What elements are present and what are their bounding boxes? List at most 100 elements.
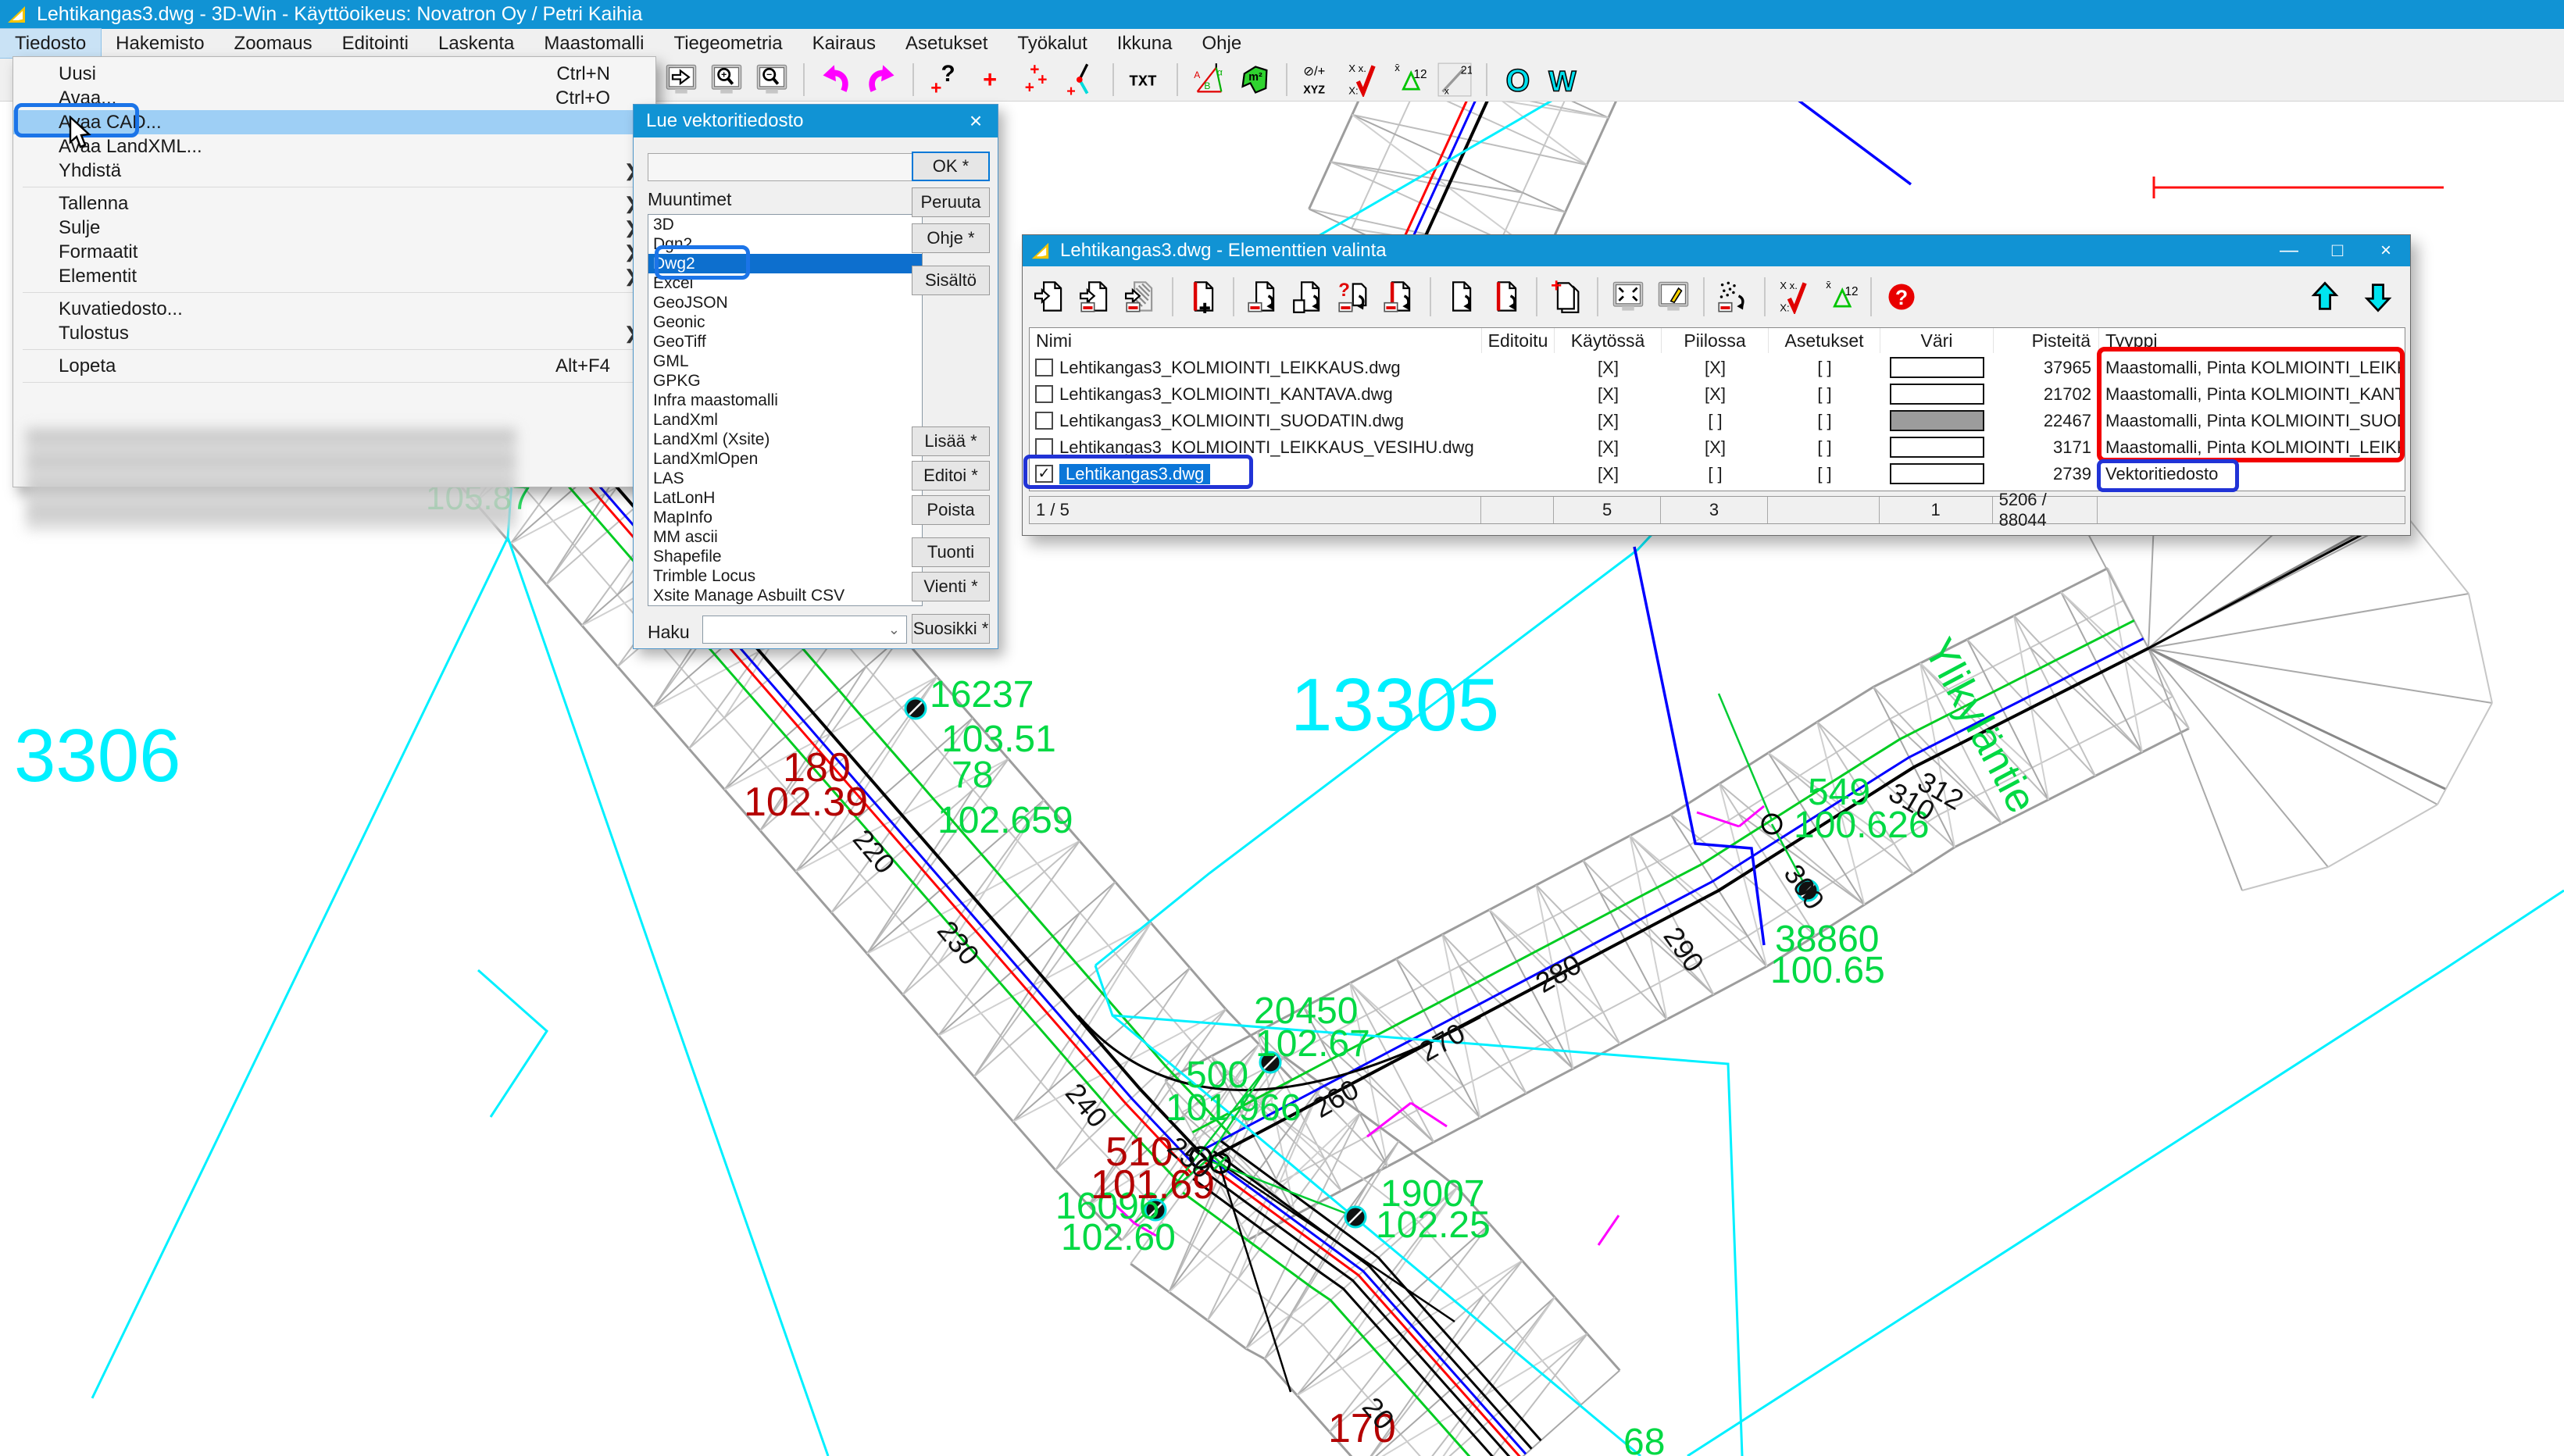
menu-editointi[interactable]: Editointi xyxy=(327,29,423,58)
add-point-query-icon[interactable]: +? xyxy=(925,61,966,98)
menu-tiedosto[interactable]: Tiedosto xyxy=(0,29,101,58)
line-point-icon[interactable]: + xyxy=(1061,61,1102,98)
read-doc-icon[interactable] xyxy=(1030,276,1073,318)
triangle-12-icon[interactable]: x̄12 xyxy=(1819,276,1862,318)
converter-geotiff[interactable]: GeoTiff xyxy=(648,332,922,352)
converter-gpkg[interactable]: GPKG xyxy=(648,371,922,391)
column-header-käytössä[interactable]: Käytössä xyxy=(1555,328,1662,353)
points-arrow-icon[interactable] xyxy=(1713,276,1755,318)
column-header-nimi[interactable]: Nimi xyxy=(1030,328,1482,353)
minimize-icon[interactable]: — xyxy=(2265,235,2313,266)
file-menu-item-elementit[interactable]: Elementit❯ xyxy=(13,264,655,288)
converter-landxml[interactable]: LandXml xyxy=(648,410,922,430)
color-swatch[interactable] xyxy=(1890,357,1984,378)
row-name[interactable]: Lehtikangas3_KOLMIOINTI_LEIKKAUS.dwg xyxy=(1059,355,1401,381)
read-dialog-titlebar[interactable]: Lue vektoritiedosto × xyxy=(634,105,998,137)
file-menu-item-lopeta[interactable]: LopetaAlt+F4 xyxy=(13,354,655,378)
redo-icon[interactable] xyxy=(861,61,902,98)
row-name[interactable]: Lehtikangas3_KOLMIOINTI_SUODATIN.dwg xyxy=(1059,408,1404,434)
row-checkbox[interactable] xyxy=(1035,412,1053,430)
menu-laskenta[interactable]: Laskenta xyxy=(423,29,529,58)
area-m2-icon[interactable]: m² xyxy=(1234,61,1275,98)
button-peruuta[interactable]: Peruuta xyxy=(912,187,990,217)
close-icon[interactable]: × xyxy=(954,105,998,137)
button-suosikki[interactable]: Suosikki * xyxy=(912,614,990,644)
file-menu-item-formaatit[interactable]: Formaatit❯ xyxy=(13,240,655,264)
search-combo[interactable]: ⌄ xyxy=(702,616,907,644)
converter-landxml-xsite-[interactable]: LandXml (Xsite) xyxy=(648,430,922,449)
undo-icon[interactable] xyxy=(816,61,856,98)
file-menu-item-tulostus[interactable]: Tulostus❯ xyxy=(13,321,655,345)
converter-trimble-locus[interactable]: Trimble Locus xyxy=(648,566,922,586)
menu-ohje[interactable]: Ohje xyxy=(1187,29,1256,58)
menu-zoomaus[interactable]: Zoomaus xyxy=(220,29,327,58)
converter-mapinfo[interactable]: MapInfo xyxy=(648,508,922,527)
row-checkbox[interactable] xyxy=(1035,385,1053,403)
converter-gml[interactable]: GML xyxy=(648,352,922,371)
txt-icon[interactable]: TXT xyxy=(1125,61,1166,98)
zoom-out-screen-icon[interactable]: − xyxy=(752,61,792,98)
converter-xsite-manage-asbuilt-csv[interactable]: Xsite Manage Asbuilt CSV xyxy=(648,586,922,605)
menu-ikkuna[interactable]: Ikkuna xyxy=(1102,29,1187,58)
color-swatch[interactable] xyxy=(1890,410,1984,431)
angle-triangle-icon[interactable]: AαB xyxy=(1189,61,1230,98)
menu-maastomalli[interactable]: Maastomalli xyxy=(529,29,659,58)
button-sislt[interactable]: Sisältö xyxy=(912,266,990,295)
row-name[interactable]: Lehtikangas3_KOLMIOINTI_KANTAVA.dwg xyxy=(1059,381,1393,408)
menu-hakemisto[interactable]: Hakemisto xyxy=(101,29,219,58)
save-doc-as-icon[interactable] xyxy=(1288,276,1330,318)
color-swatch[interactable] xyxy=(1890,384,1984,405)
move-up-icon[interactable] xyxy=(2304,276,2346,318)
draw-screen-icon[interactable] xyxy=(1652,276,1694,318)
color-swatch[interactable] xyxy=(1890,437,1984,458)
menu-kairaus[interactable]: Kairaus xyxy=(798,29,891,58)
file-menu-item-sulje[interactable]: Sulje❯ xyxy=(13,216,655,240)
button-poista[interactable]: Poista xyxy=(912,495,990,525)
save-doc-icon[interactable] xyxy=(1243,276,1285,318)
button-lis[interactable]: Lisää * xyxy=(912,426,990,456)
check-coords-icon[interactable]: X x.X: xyxy=(1344,61,1384,98)
converter-infra-maastomalli[interactable]: Infra maastomalli xyxy=(648,391,922,410)
xyz-icon[interactable]: ⊘/+XYZ xyxy=(1298,61,1339,98)
button-ohje[interactable]: Ohje * xyxy=(912,223,990,253)
file-menu-item-yhdist-[interactable]: Yhdistä❯ xyxy=(13,159,655,183)
column-header-väri[interactable]: Väri xyxy=(1880,328,1994,353)
converter-geojson[interactable]: GeoJSON xyxy=(648,293,922,312)
close-icon[interactable]: × xyxy=(2362,235,2410,266)
copy-doc-redl-icon[interactable] xyxy=(1485,276,1527,318)
file-menu-item-tallenna[interactable]: Tallenna❯ xyxy=(13,191,655,216)
converter-shapefile[interactable]: Shapefile xyxy=(648,547,922,566)
check-xx-icon[interactable]: X x.X: xyxy=(1774,276,1816,318)
converter-geonic[interactable]: Geonic xyxy=(648,312,922,332)
button-vienti[interactable]: Vienti * xyxy=(912,572,990,601)
add-doc-icon[interactable]: + xyxy=(1546,276,1588,318)
maximize-icon[interactable]: □ xyxy=(2313,235,2362,266)
row-checkbox[interactable] xyxy=(1035,359,1053,376)
add-point-icon[interactable]: + xyxy=(970,61,1011,98)
button-tuonti[interactable]: Tuonti xyxy=(912,537,990,567)
converter-las[interactable]: LAS xyxy=(648,469,922,488)
read-mesh-icon[interactable] xyxy=(1121,276,1163,318)
file-menu-item-kuvatiedosto-[interactable]: Kuvatiedosto... xyxy=(13,297,655,321)
menu-tiegeometria[interactable]: Tiegeometria xyxy=(659,29,797,58)
elements-dialog-titlebar[interactable]: Lehtikangas3.dwg - Elementtien valinta —… xyxy=(1023,235,2410,266)
add-points-icon[interactable]: +++ xyxy=(1016,61,1056,98)
help-icon[interactable]: ? xyxy=(1880,276,1923,318)
converter-mm-ascii[interactable]: MM ascii xyxy=(648,527,922,547)
rotate-icon[interactable]: O xyxy=(1498,61,1539,98)
triangle-12-icon[interactable]: x̄12 xyxy=(1389,61,1430,98)
fit-screen-icon[interactable] xyxy=(1607,276,1649,318)
pan-screen-icon[interactable] xyxy=(661,61,702,98)
button-editoi[interactable]: Editoi * xyxy=(912,461,990,491)
button-ok[interactable]: OK * xyxy=(912,152,990,181)
menu-työkalut[interactable]: Työkalut xyxy=(1002,29,1102,58)
menu-asetukset[interactable]: Asetukset xyxy=(891,29,1002,58)
converter-3d[interactable]: 3D xyxy=(648,215,922,234)
column-header-editoitu[interactable]: Editoitu xyxy=(1482,328,1555,353)
column-header-asetukset[interactable]: Asetukset xyxy=(1769,328,1880,353)
new-doc-plus-icon[interactable] xyxy=(1182,276,1224,318)
color-swatch[interactable] xyxy=(1890,463,1984,484)
save-doc-query-icon[interactable]: ? xyxy=(1334,276,1376,318)
row-checkbox[interactable] xyxy=(1035,438,1053,456)
copy-doc-icon[interactable] xyxy=(1440,276,1482,318)
